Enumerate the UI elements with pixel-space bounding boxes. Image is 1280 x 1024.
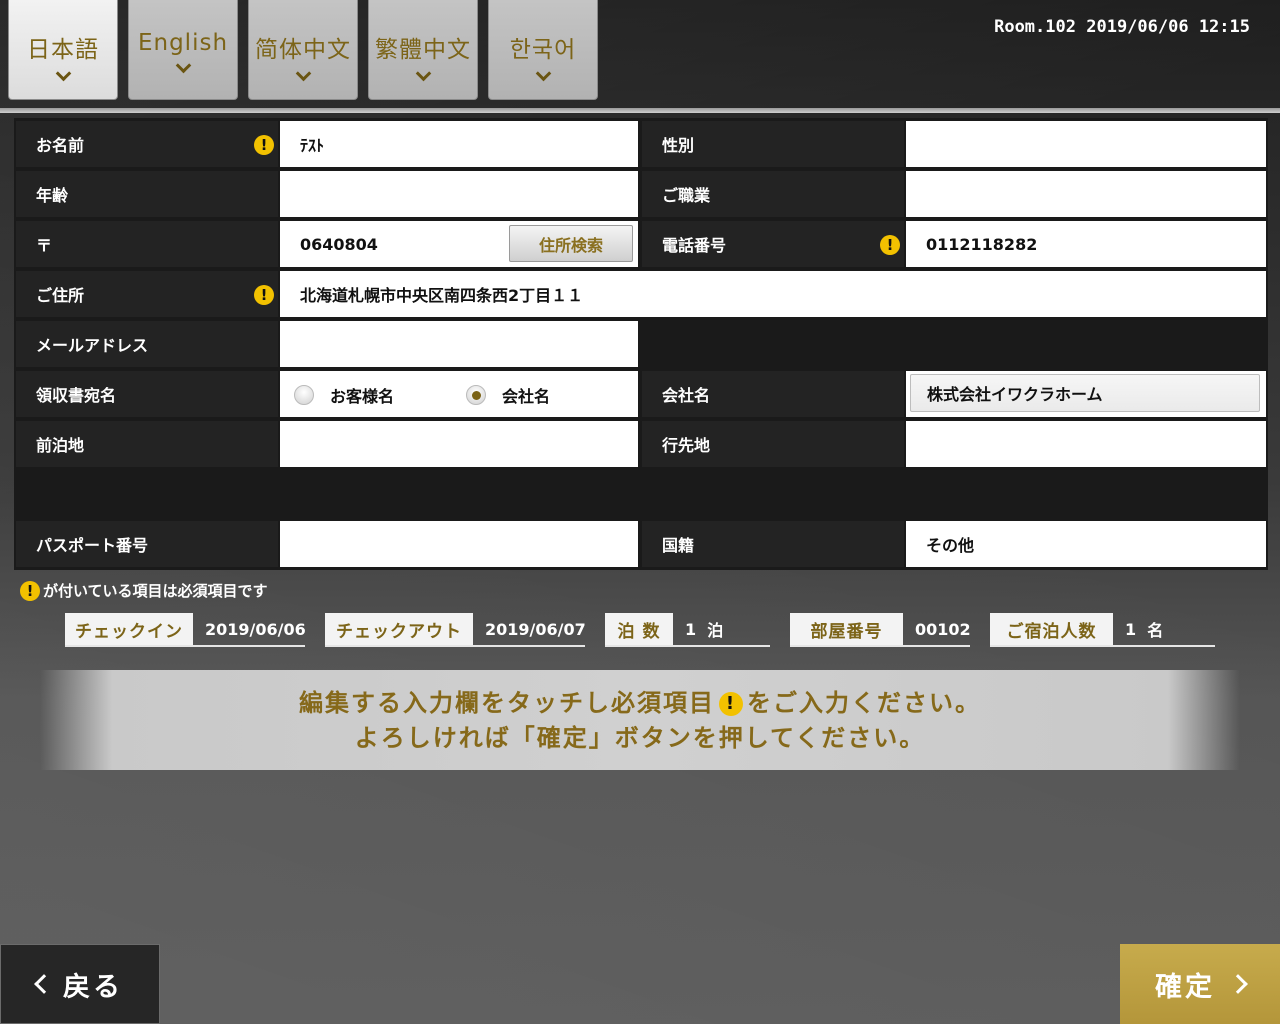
instruction-line-1: 編集する入力欄をタッチし必須項目! をご入力ください。 (40, 686, 1240, 721)
passport-field[interactable] (280, 521, 638, 567)
header-divider (0, 108, 1280, 113)
destination-field[interactable] (906, 421, 1266, 467)
instruction-banner: 編集する入力欄をタッチし必須項目! をご入力ください。 よろしければ「確定」ボタン… (40, 670, 1240, 770)
radio-button[interactable] (294, 385, 314, 405)
language-tab-label: 繁體中文 (375, 37, 471, 63)
passport-label: パスポート番号 (16, 521, 278, 567)
checkout-value: 2019/06/07 (485, 619, 586, 639)
required-icon: ! (880, 235, 900, 255)
checkin-info: チェックイン 2019/06/06 (65, 613, 306, 647)
required-icon: ! (719, 692, 743, 716)
nationality-field[interactable]: その他 (906, 521, 1266, 567)
nights-count: 1 (685, 619, 697, 639)
name-field[interactable]: ﾃｽﾄ (280, 121, 638, 167)
language-tab-english[interactable]: English (128, 0, 238, 100)
back-button[interactable]: 戻る (0, 944, 160, 1024)
language-tab-label: English (137, 30, 229, 56)
chevron-down-icon (295, 65, 311, 82)
checkout-label: チェックアウト (325, 613, 473, 645)
required-icon: ! (20, 580, 40, 601)
postal-code-label: 〒 (16, 221, 278, 267)
guest-registration-form: お名前 ! ﾃｽﾄ 性別 年齢 ご職業 〒 0640804 住所検索 電話番号 … (14, 118, 1268, 570)
room-number-value: 00102 (915, 619, 971, 639)
room-number: Room.102 (994, 17, 1076, 37)
nights-info: 泊 数 1 泊 (605, 613, 770, 647)
receipt-option-company-name[interactable]: 会社名 (466, 383, 550, 407)
language-tab-japanese[interactable]: 日本語 (8, 0, 118, 100)
language-tab-korean[interactable]: 한국어 (488, 0, 598, 100)
checkout-info: チェックアウト 2019/06/07 (325, 613, 586, 647)
language-tab-simplified-chinese[interactable]: 简体中文 (248, 0, 358, 100)
radio-button-selected[interactable] (466, 385, 486, 405)
radio-label: 会社名 (502, 387, 551, 406)
receipt-option-guest-name[interactable]: お客様名 (294, 383, 394, 407)
company-name-label: 会社名 (642, 371, 904, 417)
required-icon: ! (254, 135, 274, 155)
nights-unit: 泊 (707, 621, 724, 640)
address-label: ご住所 ! (16, 271, 278, 317)
name-label: お名前 ! (16, 121, 278, 167)
checkin-value: 2019/06/06 (205, 619, 306, 639)
language-tab-label: 한국어 (509, 37, 577, 63)
confirm-button[interactable]: 確定 (1120, 944, 1280, 1024)
back-button-label: 戻る (63, 971, 123, 1003)
chevron-down-icon (175, 57, 191, 74)
language-tab-label: 日本語 (27, 37, 99, 63)
guest-count-label: ご宿泊人数 (990, 613, 1113, 645)
chevron-down-icon (55, 65, 71, 82)
guest-count: 1 (1125, 619, 1137, 639)
nights-label: 泊 数 (605, 613, 673, 645)
guest-count-value: 1 名 (1115, 613, 1163, 645)
chevron-left-icon (34, 974, 54, 994)
address-label-text: ご住所 (36, 286, 85, 305)
company-name-field[interactable]: 株式会社イワクラホーム (910, 374, 1260, 412)
language-tab-label: 简体中文 (255, 37, 351, 63)
chevron-right-icon (1228, 974, 1248, 994)
occupation-field[interactable] (906, 171, 1266, 217)
postal-code-value: 0640804 (300, 234, 378, 254)
receipt-name-label: 領収書宛名 (16, 371, 278, 417)
age-label: 年齢 (16, 171, 278, 217)
phone-label-text: 電話番号 (662, 236, 727, 255)
previous-stay-label: 前泊地 (16, 421, 278, 467)
email-label: メールアドレス (16, 321, 278, 367)
gender-label: 性別 (642, 121, 904, 167)
required-icon: ! (254, 285, 274, 305)
chevron-down-icon (415, 65, 431, 82)
guest-count-unit: 名 (1147, 621, 1164, 640)
instruction-line-2: よろしければ「確定」ボタンを押してください。 (354, 724, 926, 752)
current-datetime: 2019/06/06 12:15 (1086, 17, 1250, 37)
occupation-label: ご職業 (642, 171, 904, 217)
email-field[interactable] (280, 321, 638, 367)
nights-value: 1 泊 (675, 613, 723, 645)
room-number-info: 部屋番号 00102 (790, 613, 971, 647)
nationality-label: 国籍 (642, 521, 904, 567)
address-search-button[interactable]: 住所検索 (509, 225, 633, 262)
address-field[interactable]: 北海道札幌市中央区南四条西2丁目１１ (280, 271, 1266, 317)
required-note-text: が付いている項目は必須項目です (43, 582, 268, 600)
instruction-text: 編集する入力欄をタッチし必須項目 (299, 689, 715, 717)
chevron-down-icon (535, 65, 551, 82)
phone-label: 電話番号 ! (642, 221, 904, 267)
age-field[interactable] (280, 171, 638, 217)
required-note: ! が付いている項目は必須項目です (20, 580, 268, 601)
radio-label: お客様名 (330, 387, 395, 406)
gender-field[interactable] (906, 121, 1266, 167)
instruction-text: をご入力ください。 (747, 689, 981, 717)
name-label-text: お名前 (36, 136, 85, 155)
previous-stay-field[interactable] (280, 421, 638, 467)
room-number-label: 部屋番号 (790, 613, 903, 645)
phone-field[interactable]: 0112118282 (906, 221, 1266, 267)
language-tab-traditional-chinese[interactable]: 繁體中文 (368, 0, 478, 100)
confirm-button-label: 確定 (1155, 971, 1215, 1003)
guest-count-info: ご宿泊人数 1 名 (990, 613, 1215, 647)
destination-label: 行先地 (642, 421, 904, 467)
room-datetime: Room.102 2019/06/06 12:15 (994, 17, 1250, 37)
checkin-label: チェックイン (65, 613, 193, 645)
top-bar: 日本語 English 简体中文 繁體中文 한국어 Room.102 2019/… (0, 0, 1280, 113)
